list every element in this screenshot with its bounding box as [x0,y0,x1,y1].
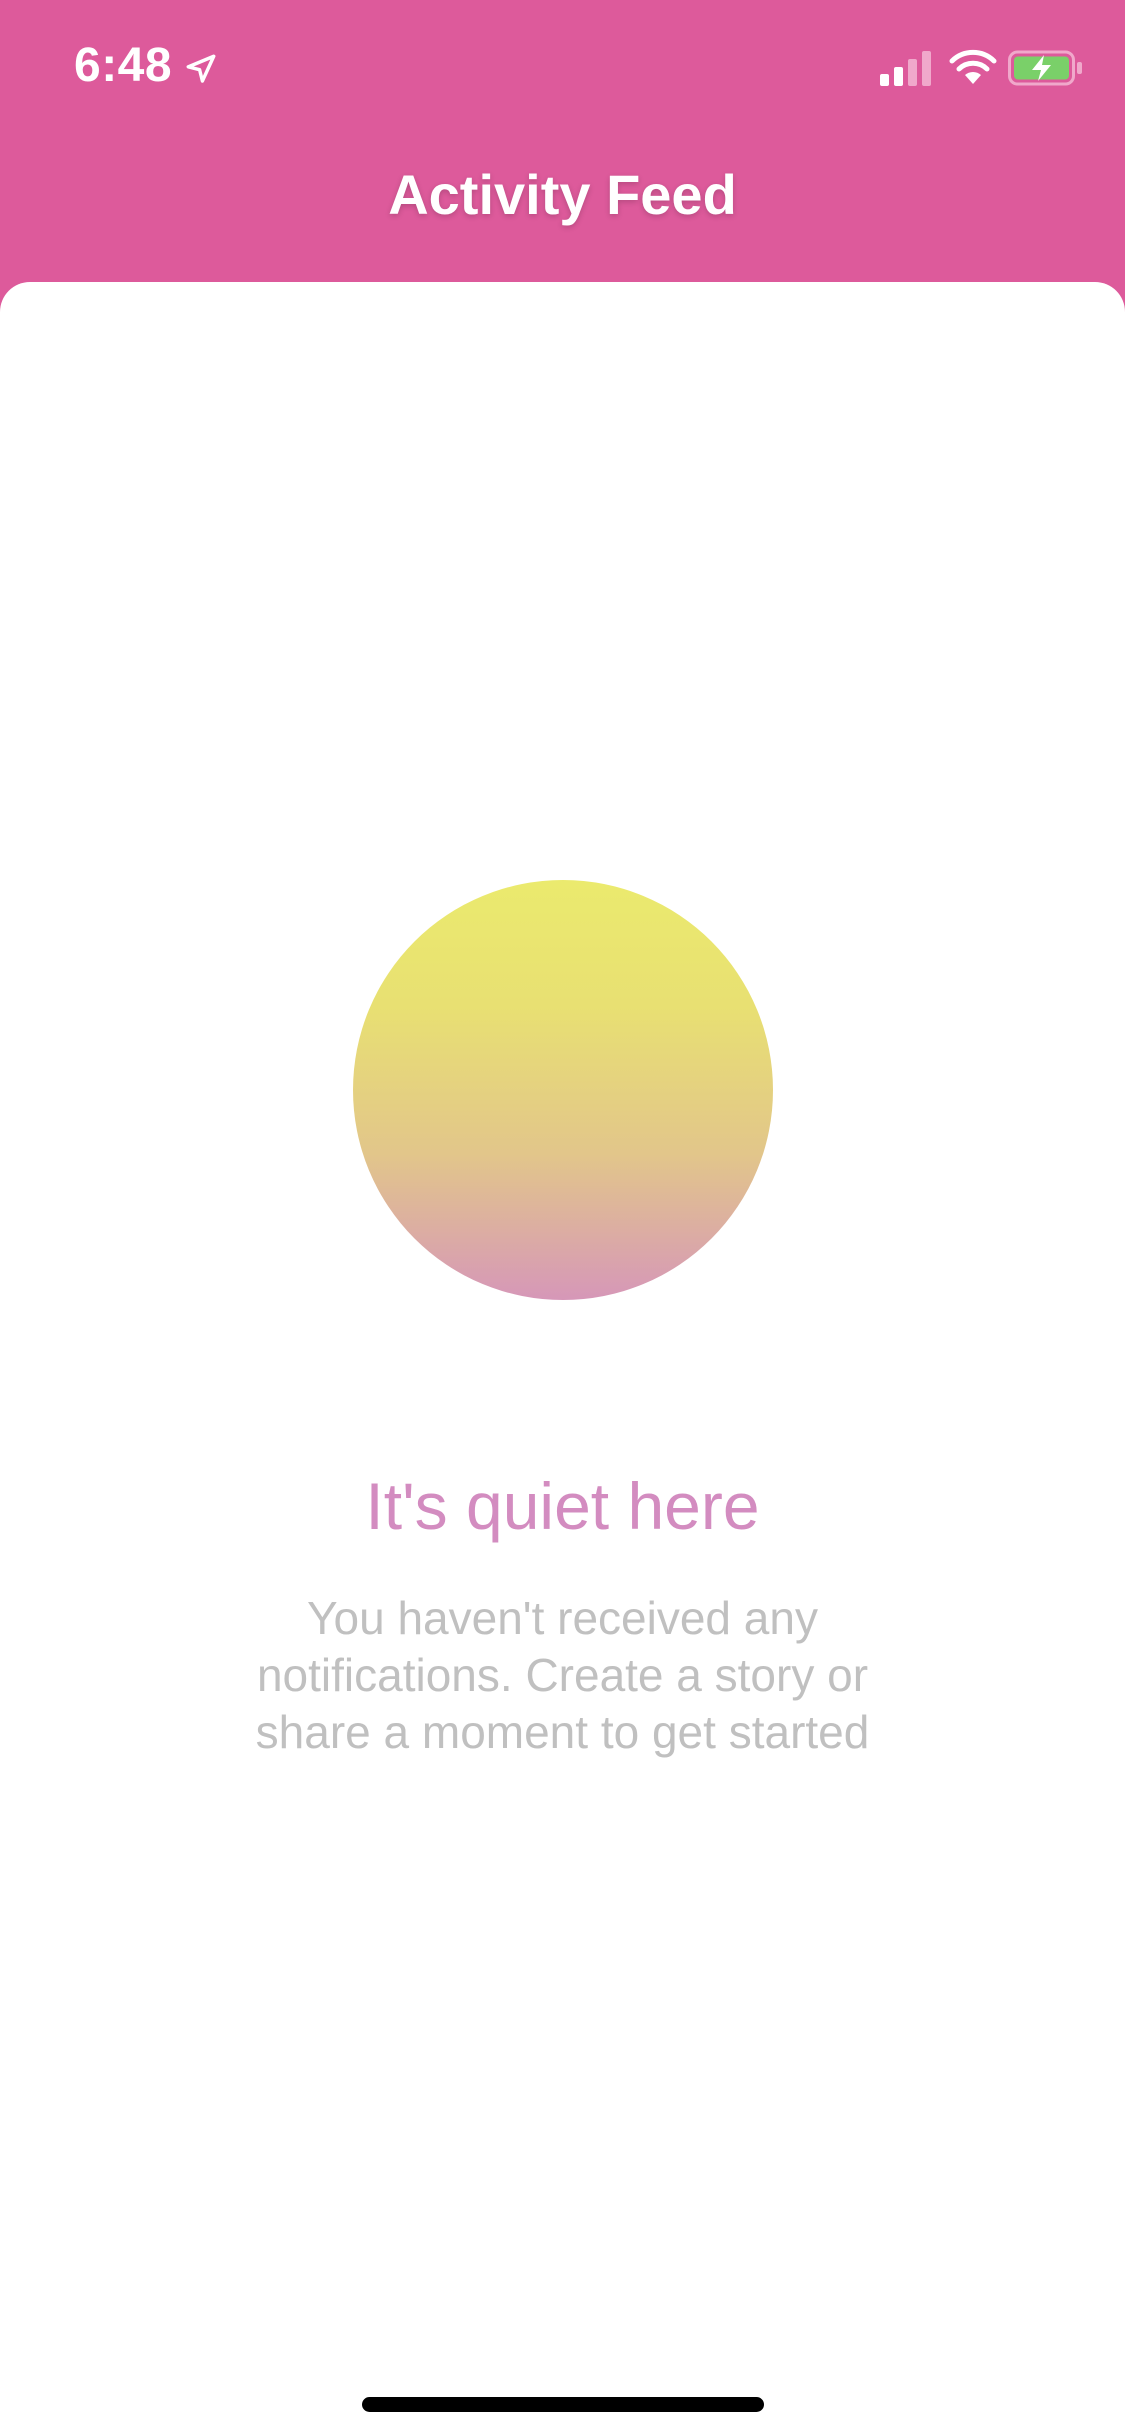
empty-state-message: You haven't received any notifications. … [255,1592,870,1758]
page-title: Activity Feed [388,163,737,226]
status-bar: 6:48 [0,0,1125,140]
wifi-icon [949,49,997,84]
status-time: 6:48 [74,39,173,92]
home-indicator[interactable] [362,2397,764,2412]
cellular-signal-icon [880,51,931,86]
activity-feed-content [0,282,1125,2436]
empty-state-illustration [353,880,773,1300]
location-arrow-icon [186,54,216,83]
empty-state-title: It's quiet here [365,1469,760,1543]
battery-charging-icon [1008,50,1082,86]
